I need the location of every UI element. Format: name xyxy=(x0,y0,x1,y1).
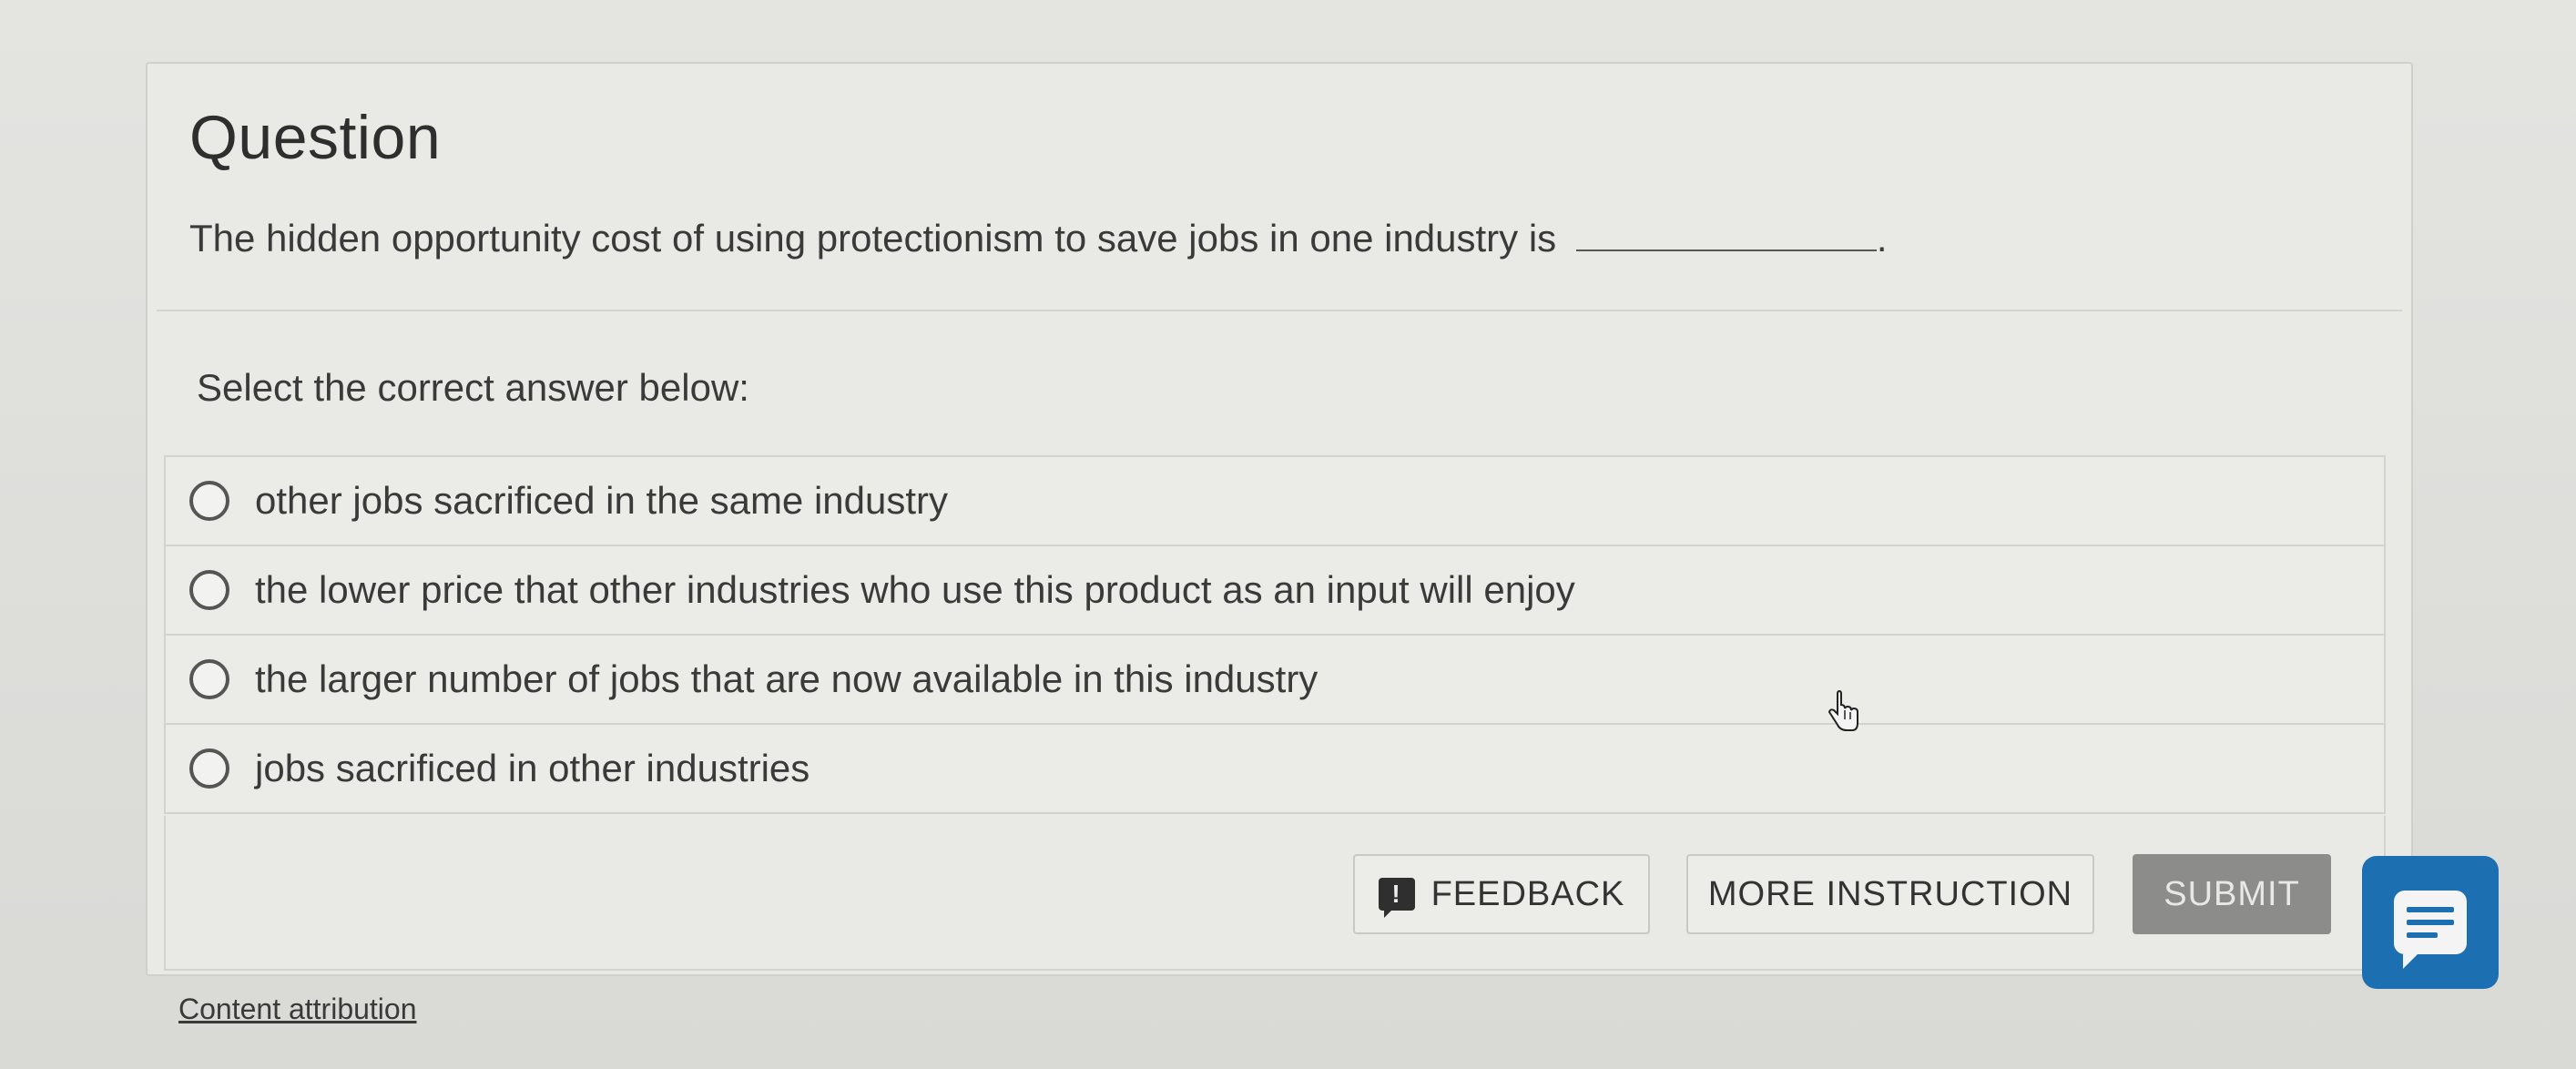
radio-button[interactable] xyxy=(189,748,229,789)
page: Question The hidden opportunity cost of … xyxy=(0,0,2576,1069)
answer-options: other jobs sacrificed in the same indust… xyxy=(164,455,2386,814)
radio-button[interactable] xyxy=(189,570,229,610)
question-period: . xyxy=(1876,217,1888,260)
submit-label: SUBMIT xyxy=(2164,874,2300,913)
content-attribution-link[interactable]: Content attribution xyxy=(178,993,417,1026)
more-instruction-button[interactable]: MORE INSTRUCTION xyxy=(1686,854,2094,934)
feedback-icon: ! xyxy=(1378,878,1415,918)
chat-icon xyxy=(2394,891,2467,969)
submit-button[interactable]: SUBMIT xyxy=(2133,854,2331,934)
question-card: Question The hidden opportunity cost of … xyxy=(146,62,2413,976)
option-label: the lower price that other industries wh… xyxy=(255,568,1575,611)
chat-button[interactable] xyxy=(2362,856,2499,989)
answer-prompt: Select the correct answer below: xyxy=(197,366,749,409)
radio-button[interactable] xyxy=(189,481,229,521)
answer-option[interactable]: the lower price that other industries wh… xyxy=(164,546,2386,636)
answer-option[interactable]: the larger number of jobs that are now a… xyxy=(164,636,2386,725)
radio-button[interactable] xyxy=(189,659,229,699)
answer-option[interactable]: other jobs sacrificed in the same indust… xyxy=(164,457,2386,546)
option-label: jobs sacrificed in other industries xyxy=(255,747,810,789)
answer-blank xyxy=(1575,249,1877,251)
option-label: the larger number of jobs that are now a… xyxy=(255,657,1319,700)
option-label: other jobs sacrificed in the same indust… xyxy=(255,479,949,522)
question-title: Question xyxy=(189,103,442,172)
hand-cursor-icon xyxy=(1828,690,1858,731)
question-text: The hidden opportunity cost of using pro… xyxy=(189,217,1888,260)
more-instruction-label: MORE INSTRUCTION xyxy=(1707,874,2073,913)
question-stem: The hidden opportunity cost of using pro… xyxy=(189,217,1557,260)
feedback-button[interactable]: ! FEEDBACK xyxy=(1353,854,1650,934)
answer-option[interactable]: jobs sacrificed in other industries xyxy=(164,725,2386,814)
divider xyxy=(157,310,2402,311)
feedback-label: FEEDBACK xyxy=(1431,874,1625,913)
